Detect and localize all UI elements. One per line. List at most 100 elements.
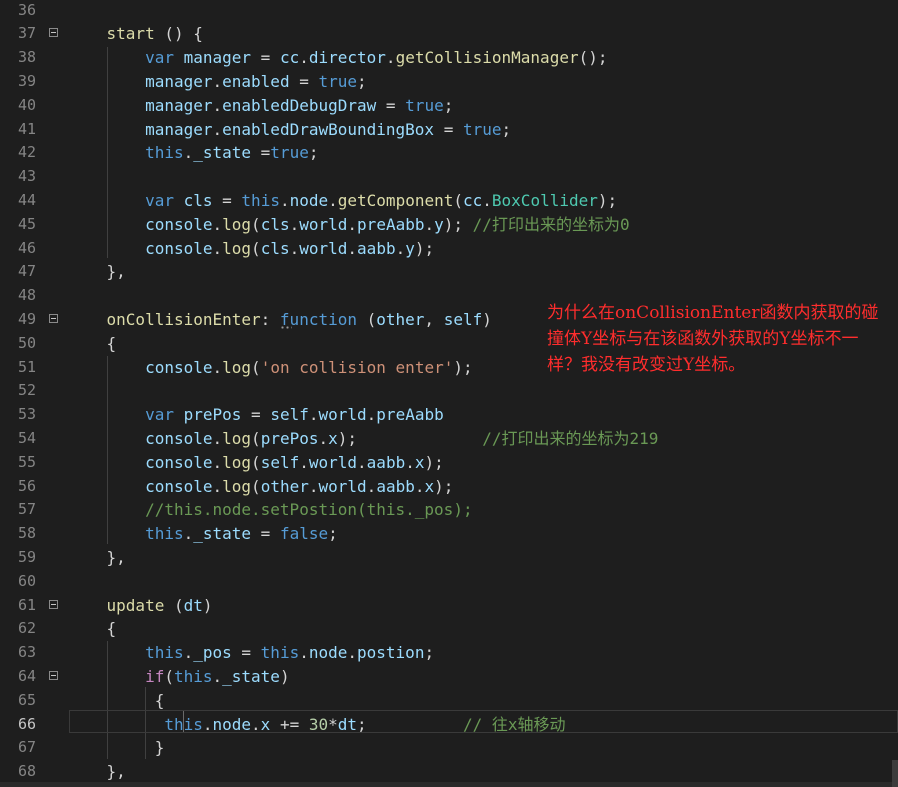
code-token: ); (424, 452, 444, 472)
code-token: enabledDebugDraw (222, 95, 377, 115)
code-token: _state (193, 524, 252, 544)
code-token: self (260, 452, 300, 472)
code-token: ) (482, 309, 492, 329)
code-line[interactable]: 52 (0, 379, 898, 403)
code-line[interactable]: 57 //this.node.setPostion(this._pos); (0, 498, 898, 522)
code-line[interactable]: 55 console.log(self.world.aabb.x); (0, 451, 898, 475)
code-text[interactable]: manager.enabled = true; (68, 70, 367, 94)
code-line[interactable]: 61 update (dt) (0, 594, 898, 618)
code-token: = (251, 48, 280, 68)
code-line[interactable]: 56 console.log(other.world.aabb.x); (0, 475, 898, 499)
line-number: 47 (17, 262, 36, 281)
scrollbar-corner[interactable] (892, 760, 898, 787)
code-text[interactable]: manager.enabledDebugDraw = true; (68, 94, 453, 118)
code-token: log (222, 214, 252, 234)
code-token: = (289, 71, 319, 91)
code-text[interactable]: }, (68, 546, 126, 570)
line-number: 38 (17, 48, 36, 67)
code-token: self (270, 405, 309, 425)
code-text[interactable]: var cls = this.node.getComponent(cc.BoxC… (68, 189, 617, 213)
fold-toggle-icon[interactable] (49, 670, 58, 680)
code-text[interactable]: var manager = cc.director.getCollisionMa… (68, 46, 607, 70)
code-token: world (299, 238, 348, 258)
code-token: . (347, 214, 358, 234)
code-token: ) (279, 666, 290, 686)
code-line[interactable]: 36 (0, 0, 898, 22)
code-token: = (434, 119, 463, 139)
indent-guide (107, 356, 108, 544)
code-text[interactable]: } (68, 736, 165, 760)
code-token: . (347, 643, 358, 663)
code-token: . (212, 71, 223, 91)
code-token: . (279, 190, 290, 210)
code-line[interactable]: 41 manager.enabledDrawBoundingBox = true… (0, 118, 898, 142)
code-token: . (289, 214, 300, 234)
code-token: x (328, 428, 338, 448)
code-line[interactable]: 44 var cls = this.node.getComponent(cc.B… (0, 189, 898, 213)
code-token: ; (308, 143, 319, 163)
code-token: ( (164, 595, 184, 615)
code-token: world (318, 476, 367, 496)
code-text[interactable]: update (dt) (68, 594, 213, 618)
code-line[interactable]: 43 (0, 165, 898, 189)
line-number: 51 (17, 357, 36, 376)
fold-toggle-icon[interactable] (49, 313, 58, 323)
fold-toggle-icon[interactable] (49, 599, 58, 609)
code-text[interactable]: console.log(cls.world.aabb.y); (68, 237, 434, 261)
code-line[interactable]: 42 this._state =true; (0, 141, 898, 165)
horizontal-scrollbar[interactable] (0, 782, 898, 787)
code-text[interactable]: this._pos = this.node.postion; (68, 641, 434, 665)
code-line[interactable]: 47 }, (0, 260, 898, 284)
code-token: . (482, 190, 492, 210)
code-line[interactable]: 38 var manager = cc.director.getCollisio… (0, 46, 898, 70)
code-text[interactable]: this._state = false; (68, 522, 338, 546)
code-token: } (68, 738, 165, 758)
code-text[interactable]: { (68, 332, 117, 356)
line-number: 60 (17, 571, 36, 590)
code-text[interactable]: this._state =true; (68, 141, 318, 165)
code-line[interactable]: 63 this._pos = this.node.postion; (0, 641, 898, 665)
code-line[interactable]: 64 if(this._state) (0, 665, 898, 689)
code-text[interactable]: if(this._state) (68, 665, 290, 689)
code-text[interactable]: //this.node.setPostion(this._pos); (68, 498, 473, 522)
fold-toggle-icon[interactable] (49, 28, 58, 38)
code-text[interactable]: var prePos = self.world.preAabb (68, 403, 444, 427)
code-token: aabb (376, 476, 415, 496)
code-token: log (222, 428, 252, 448)
code-text[interactable]: }, (68, 260, 126, 284)
code-token: : (260, 309, 280, 329)
code-line[interactable]: 39 manager.enabled = true; (0, 70, 898, 94)
code-line[interactable]: 68 }, (0, 760, 898, 784)
code-token: ( (251, 238, 261, 258)
code-token: = (241, 405, 271, 425)
code-line[interactable]: 62 { (0, 617, 898, 641)
code-text[interactable]: console.log(prePos.x); //打印出来的坐标为219 (68, 427, 658, 451)
code-text[interactable]: }, (68, 760, 126, 784)
code-text[interactable]: console.log('on collision enter'); (68, 356, 473, 380)
code-text[interactable]: start () { (68, 22, 203, 46)
code-text[interactable]: { (68, 689, 165, 713)
code-token: node (289, 190, 329, 210)
code-line[interactable]: 59 }, (0, 546, 898, 570)
code-line[interactable]: 45 console.log(cls.world.preAabb.y); //打… (0, 213, 898, 237)
code-text[interactable]: manager.enabledDrawBoundingBox = true; (68, 118, 511, 142)
code-line[interactable]: 40 manager.enabledDebugDraw = true; (0, 94, 898, 118)
code-line[interactable]: 37 start () { (0, 22, 898, 46)
code-text[interactable]: console.log(other.world.aabb.x); (68, 475, 453, 499)
code-token: prePos (183, 405, 242, 425)
code-line[interactable]: 60 (0, 570, 898, 594)
code-text[interactable]: console.log(cls.world.preAabb.y); //打印出来… (68, 213, 630, 237)
line-number: 56 (17, 476, 36, 495)
code-editor[interactable]: 36 37 start () {38 var manager = cc.direc… (0, 0, 898, 787)
code-line[interactable]: 65 { (0, 689, 898, 713)
code-line[interactable]: 53 var prePos = self.world.preAabb (0, 403, 898, 427)
code-line[interactable]: 58 this._state = false; (0, 522, 898, 546)
code-text[interactable]: { (68, 617, 117, 641)
code-line[interactable]: 54 console.log(prePos.x); //打印出来的坐标为219 (0, 427, 898, 451)
code-line[interactable]: 67 } (0, 736, 898, 760)
code-token: . (212, 357, 223, 377)
code-text[interactable]: console.log(self.world.aabb.x); (68, 451, 444, 475)
code-token: director (308, 48, 386, 68)
code-line[interactable]: 46 console.log(cls.world.aabb.y); (0, 237, 898, 261)
